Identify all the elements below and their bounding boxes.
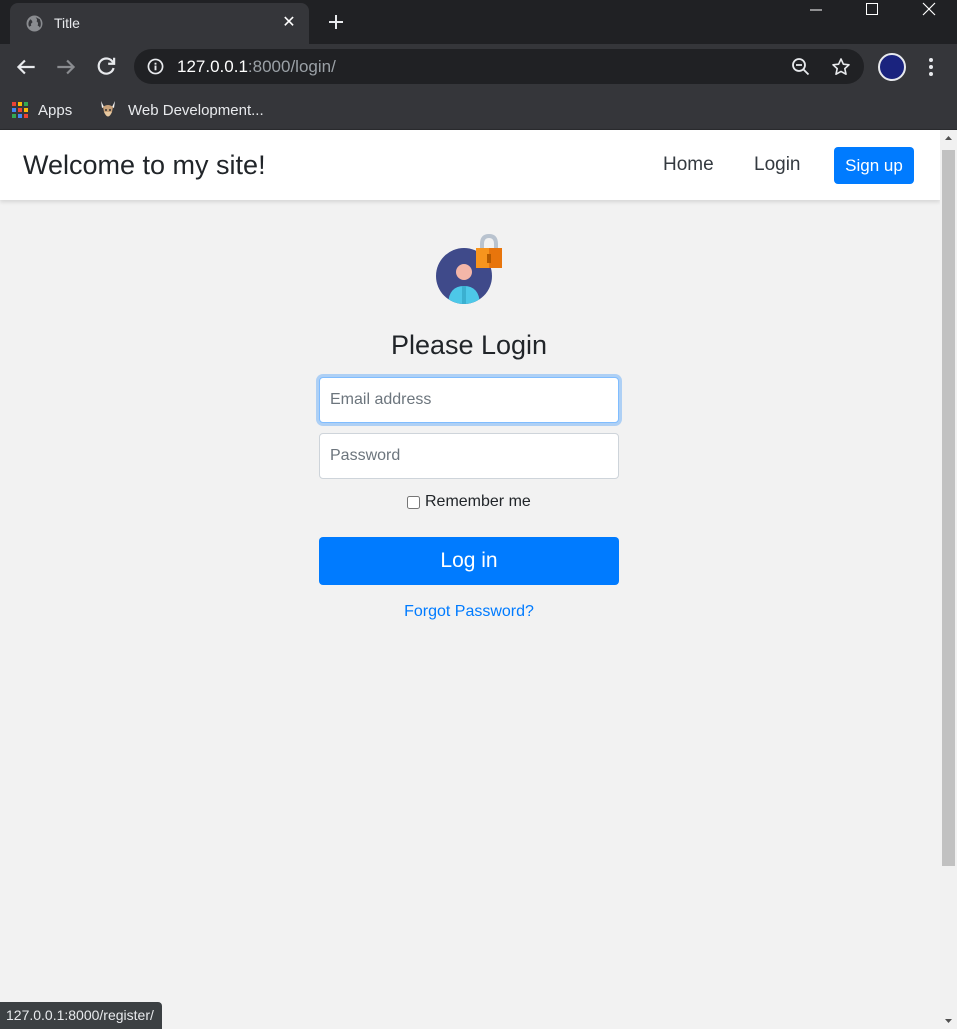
bookmark-star-icon[interactable] xyxy=(831,57,851,77)
browser-tab-strip: Title ✕ xyxy=(0,0,957,44)
site-navbar: Welcome to my site! Home Login Sign up xyxy=(0,130,940,200)
tab-title: Title xyxy=(54,15,80,31)
url-path: :8000/login/ xyxy=(247,57,336,76)
zoom-out-icon[interactable] xyxy=(791,57,811,77)
password-field[interactable] xyxy=(319,433,619,479)
bookmarks-bar: Apps Web Development... xyxy=(0,90,957,130)
remember-me-label: Remember me xyxy=(425,493,531,510)
remember-me-checkbox[interactable] xyxy=(407,495,420,509)
email-field[interactable] xyxy=(319,377,619,423)
reload-icon[interactable] xyxy=(93,54,119,80)
window-close-icon[interactable] xyxy=(907,0,953,22)
info-icon[interactable] xyxy=(147,58,164,75)
login-button[interactable]: Log in xyxy=(319,537,619,585)
url-host: 127.0.0.1 xyxy=(177,57,248,76)
bookmark-apps[interactable]: Apps xyxy=(12,96,72,124)
browser-toolbar: 127.0.0.1:8000/login/ xyxy=(0,44,957,90)
page-viewport: Welcome to my site! Home Login Sign up P… xyxy=(0,130,940,1029)
maximize-icon[interactable] xyxy=(849,0,895,22)
bookmark-label: Apps xyxy=(38,101,73,119)
forward-arrow-icon[interactable] xyxy=(53,54,79,80)
apps-grid-icon xyxy=(12,102,28,118)
url-text: 127.0.0.1:8000/login/ xyxy=(177,57,336,77)
profile-avatar[interactable] xyxy=(878,53,906,81)
bookmark-label: Web Development... xyxy=(128,101,264,119)
address-bar[interactable]: 127.0.0.1:8000/login/ xyxy=(134,49,864,84)
signup-button[interactable]: Sign up xyxy=(834,147,914,184)
remember-me-row[interactable]: Remember me xyxy=(407,493,531,511)
nav-link-home[interactable]: Home xyxy=(663,154,714,176)
more-menu-icon[interactable] xyxy=(920,54,942,80)
viking-favicon-icon xyxy=(101,101,115,117)
bookmark-web-development[interactable]: Web Development... xyxy=(98,96,264,124)
site-brand[interactable]: Welcome to my site! xyxy=(23,150,266,181)
close-tab-icon[interactable]: ✕ xyxy=(281,13,297,33)
scrollbar-thumb[interactable] xyxy=(942,150,955,866)
back-arrow-icon[interactable] xyxy=(13,54,39,80)
page-scrollbar[interactable] xyxy=(940,130,957,1029)
scroll-up-icon[interactable] xyxy=(940,130,957,147)
globe-icon xyxy=(26,15,43,32)
user-lock-icon xyxy=(436,234,502,304)
browser-tab[interactable]: Title ✕ xyxy=(10,3,309,44)
login-title: Please Login xyxy=(390,330,548,360)
link-status-bar: 127.0.0.1:8000/register/ xyxy=(0,1002,162,1029)
minimize-icon[interactable] xyxy=(793,0,839,22)
new-tab-icon[interactable] xyxy=(324,10,348,34)
scroll-down-icon[interactable] xyxy=(940,1012,957,1029)
forgot-password-link[interactable]: Forgot Password? xyxy=(319,603,619,621)
nav-link-login[interactable]: Login xyxy=(754,154,801,176)
